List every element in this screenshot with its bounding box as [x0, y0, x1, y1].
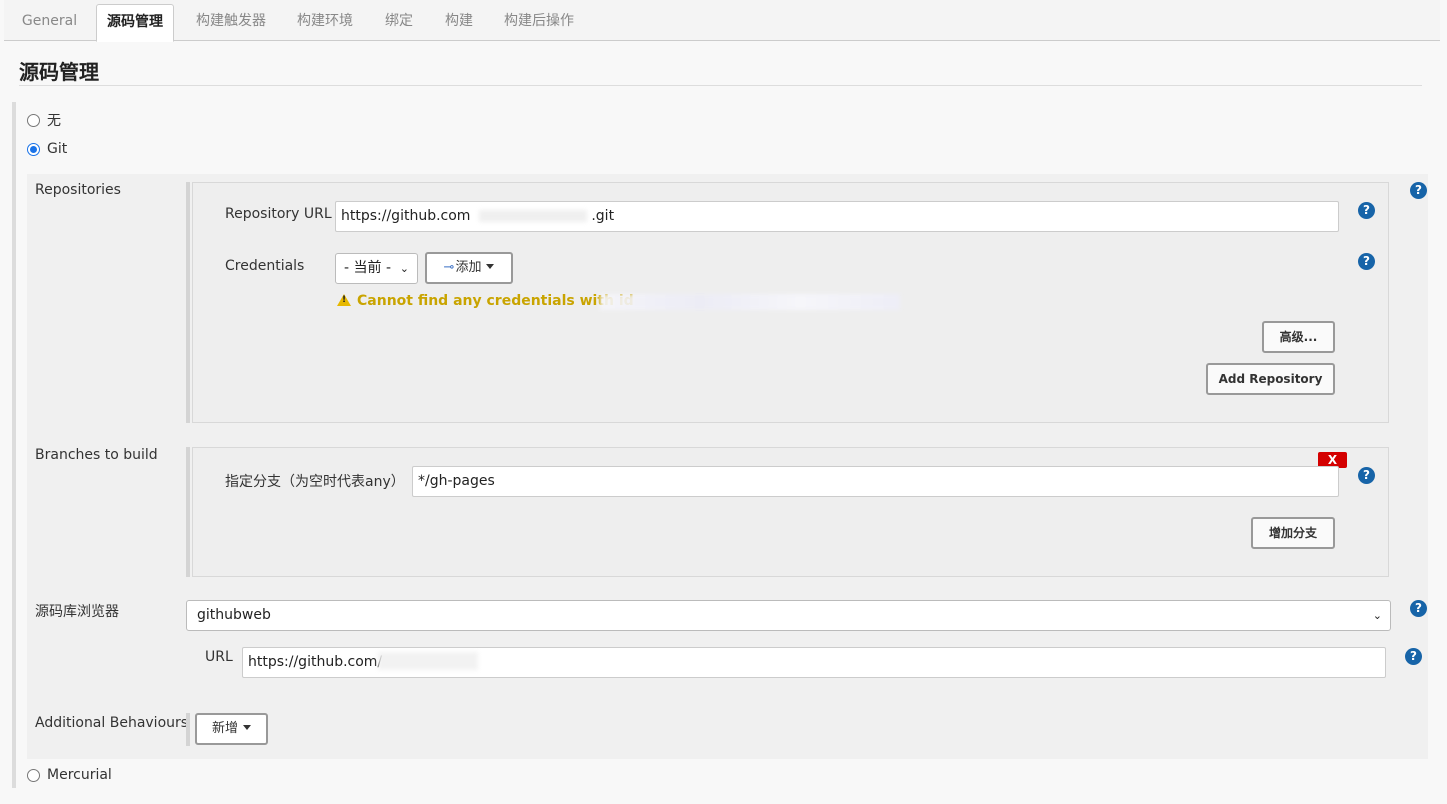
- tab-post-build[interactable]: 构建后操作: [494, 4, 584, 41]
- credentials-select-value: - 当前 -: [344, 260, 392, 276]
- section-divider: [19, 85, 1422, 86]
- branch-specifier-input[interactable]: */gh-pages: [412, 466, 1339, 497]
- repo-browser-value: githubweb: [197, 607, 271, 623]
- caret-down-icon: [486, 264, 495, 269]
- credentials-warning: Cannot find any credentials with id: [337, 293, 634, 309]
- chevron-down-icon: ⌄: [1372, 609, 1382, 622]
- tab-build[interactable]: 构建: [436, 4, 482, 41]
- radio-mercurial[interactable]: [27, 768, 40, 782]
- tab-bar: General 源码管理 构建触发器 构建环境 绑定 构建 构建后操作: [4, 0, 1440, 42]
- chevron-down-icon: ⌄: [399, 262, 409, 275]
- browser-url-label: URL: [205, 649, 233, 665]
- repo-browser-help-icon[interactable]: ?: [1410, 600, 1427, 617]
- radio-none-label: 无: [47, 113, 61, 129]
- browser-url-help-icon[interactable]: ?: [1405, 648, 1422, 665]
- radio-none[interactable]: [27, 113, 40, 127]
- repository-url-prefix: https://github.com: [341, 208, 471, 224]
- caret-down-icon: [243, 725, 251, 730]
- repository-url-suffix: .git: [591, 208, 615, 224]
- branches-label: Branches to build: [35, 447, 158, 463]
- tab-build-triggers[interactable]: 构建触发器: [186, 4, 276, 41]
- browser-url-value: https://github.com/: [248, 654, 383, 670]
- repositories-label: Repositories: [35, 182, 121, 198]
- add-credentials-label: 添加: [455, 260, 482, 275]
- add-repository-button[interactable]: Add Repository: [1206, 363, 1335, 395]
- advanced-button[interactable]: 高级...: [1262, 321, 1335, 353]
- repository-url-help-icon[interactable]: ?: [1358, 202, 1375, 219]
- section-title: 源码管理: [19, 60, 99, 84]
- redacted-url: [378, 652, 478, 670]
- redacted-text: [478, 210, 587, 222]
- key-icon: ⊸: [443, 260, 455, 275]
- radio-mercurial-label: Mercurial: [47, 767, 112, 783]
- repositories-indent-bar: [186, 182, 190, 423]
- additional-behaviours-label: Additional Behaviours: [35, 715, 189, 731]
- additional-indent-bar: [186, 713, 190, 746]
- credentials-select[interactable]: - 当前 - ⌄: [335, 253, 418, 284]
- add-branch-button[interactable]: 增加分支: [1251, 517, 1335, 549]
- credentials-warning-text: Cannot find any credentials with id: [357, 293, 634, 309]
- tab-general[interactable]: General: [13, 4, 86, 41]
- scm-option-mercurial[interactable]: Mercurial: [27, 767, 112, 783]
- tab-bindings[interactable]: 绑定: [374, 4, 424, 41]
- tab-scm[interactable]: 源码管理: [96, 4, 174, 42]
- radio-git[interactable]: [27, 142, 40, 156]
- repo-browser-label: 源码库浏览器: [35, 604, 119, 620]
- scm-option-none[interactable]: 无: [27, 110, 61, 130]
- scm-option-git[interactable]: Git: [27, 141, 67, 157]
- add-behaviour-button[interactable]: 新增: [195, 713, 268, 745]
- branch-specifier-label: 指定分支（为空时代表any）: [225, 474, 405, 490]
- repositories-help-icon[interactable]: ?: [1410, 182, 1427, 199]
- credentials-label: Credentials: [225, 258, 305, 274]
- warning-icon: [337, 294, 351, 306]
- add-behaviour-label: 新增: [211, 721, 238, 736]
- repository-url-label: Repository URL: [225, 206, 332, 222]
- section-indent-bar: [12, 102, 16, 788]
- repo-browser-select[interactable]: githubweb ⌄: [186, 600, 1391, 631]
- tab-build-environment[interactable]: 构建环境: [288, 4, 362, 41]
- add-credentials-button[interactable]: ⊸添加: [425, 252, 513, 284]
- repository-url-input[interactable]: https://github.com .git: [335, 201, 1339, 232]
- radio-git-label: Git: [47, 141, 68, 157]
- branch-help-icon[interactable]: ?: [1358, 467, 1375, 484]
- redacted-credential-id: [600, 294, 900, 310]
- credentials-help-icon[interactable]: ?: [1358, 253, 1375, 270]
- branches-indent-bar: [186, 447, 190, 577]
